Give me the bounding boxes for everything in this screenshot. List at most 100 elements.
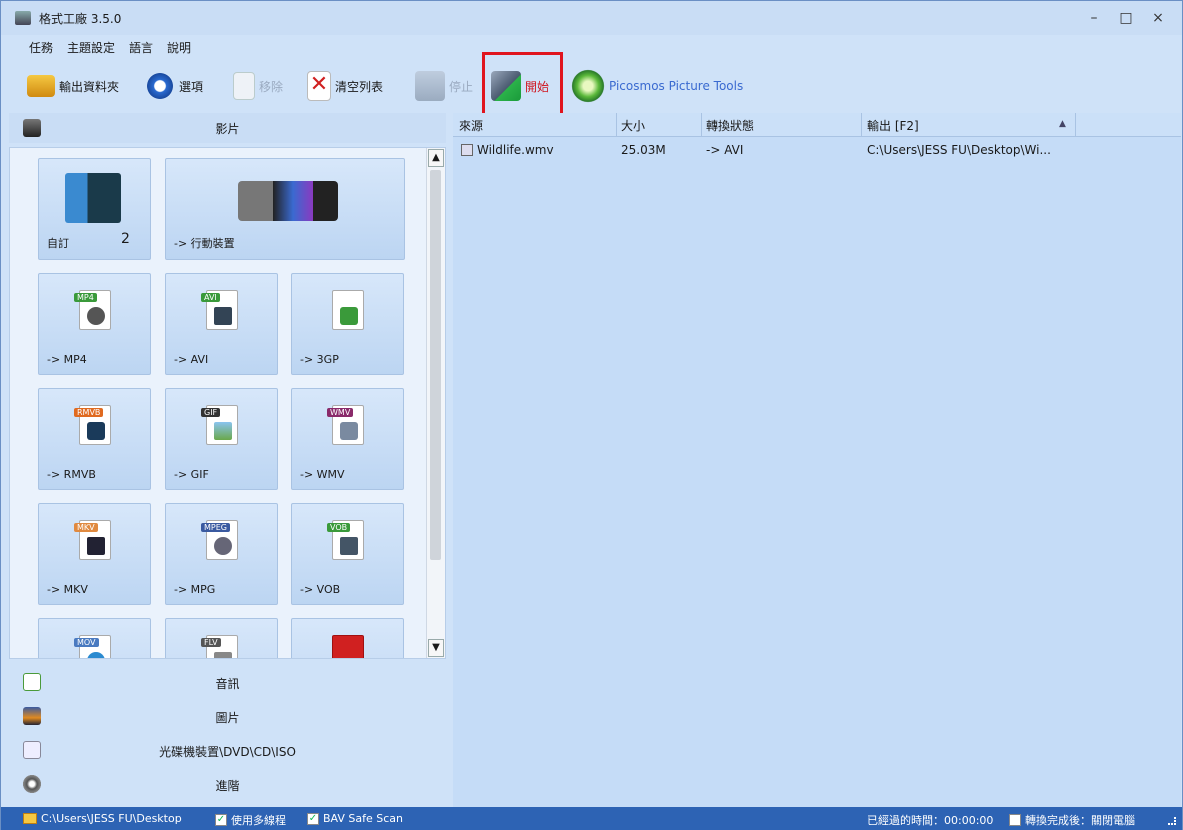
list-header: 來源 大小 轉換狀態 輸出 [F2] ▲ <box>453 113 1181 137</box>
clear-list-button[interactable]: ✕ 清空列表 <box>307 69 383 103</box>
gear-icon <box>145 71 175 101</box>
scroll-down-arrow[interactable]: ▼ <box>428 639 444 657</box>
status-bar: C:\Users\JESS FU\Desktop ✓ 使用多線程 ✓ BAV S… <box>1 807 1182 830</box>
close-button[interactable]: × <box>1144 7 1172 29</box>
tile-mov[interactable]: MOV <box>38 618 151 658</box>
app-icon <box>15 11 31 25</box>
resize-grip-icon[interactable] <box>1168 817 1176 825</box>
col-source[interactable]: 來源 <box>459 117 483 134</box>
category-audio[interactable]: 音訊 <box>9 665 446 699</box>
toolbar: 輸出資料夾 選項 移除 ✕ 清空列表 停止 開始 Picosmos Pictur… <box>1 63 1182 109</box>
tile-vob[interactable]: VOB -> VOB <box>291 503 404 605</box>
tile-3gp[interactable]: -> 3GP <box>291 273 404 375</box>
menu-language[interactable]: 語言 <box>129 39 153 56</box>
tile-gif[interactable]: GIF -> GIF <box>165 388 278 490</box>
tile-rmvb-label: -> RMVB <box>47 468 96 481</box>
tile-avi-label: -> AVI <box>174 353 209 366</box>
menu-bar: 任務 主題設定 語言 說明 <box>29 39 191 56</box>
tile-avi[interactable]: AVI -> AVI <box>165 273 278 375</box>
remove-icon <box>233 72 255 100</box>
picosmos-logo-icon <box>571 69 605 103</box>
category-advanced[interactable]: 進階 <box>9 767 446 801</box>
format-tiles-area: 自訂 2 -> 行動裝置 MP4 -> MP4 AVI -> AVI -> 3G… <box>9 147 446 659</box>
tile-vob-label: -> VOB <box>300 583 341 596</box>
3gp-file-icon <box>332 290 364 330</box>
category-rom-label: 光碟機裝置\DVD\CD\ISO <box>159 745 296 759</box>
app-window: 格式工廠 3.5.0 – □ × 任務 主題設定 語言 說明 輸出資料夾 選項 … <box>0 0 1183 830</box>
clear-list-label: 清空列表 <box>335 79 384 94</box>
tile-wmv[interactable]: WMV -> WMV <box>291 388 404 490</box>
bav-label: BAV Safe Scan <box>323 812 403 825</box>
elapsed-label: 已經過的時間：00:00:00 <box>867 814 994 827</box>
tile-flv[interactable]: FLV <box>165 618 278 658</box>
output-folder-button[interactable]: 輸出資料夾 <box>27 69 119 103</box>
bav-checkbox[interactable]: ✓ BAV Safe Scan <box>307 812 403 825</box>
after-convert-check-icon <box>1009 814 1021 826</box>
output-path-label: C:\Users\JESS FU\Desktop <box>41 812 182 825</box>
category-video-label: 影片 <box>215 122 240 136</box>
tile-custom-count: 2 <box>121 231 130 247</box>
col-status[interactable]: 轉換狀態 <box>706 117 754 134</box>
category-video-header[interactable]: 影片 <box>9 113 446 143</box>
flv-file-icon: FLV <box>201 635 238 658</box>
tile-mobile-label: -> 行動裝置 <box>174 237 235 250</box>
tile-mkv[interactable]: MKV -> MKV <box>38 503 151 605</box>
col-size[interactable]: 大小 <box>621 117 645 134</box>
mp4-file-icon: MP4 <box>74 290 111 330</box>
menu-theme[interactable]: 主題設定 <box>67 39 115 56</box>
col-output[interactable]: 輸出 [F2] <box>867 117 919 134</box>
bav-check-icon: ✓ <box>307 812 319 825</box>
picosmos-button[interactable]: Picosmos Picture Tools <box>571 69 743 103</box>
left-panel: 影片 自訂 2 -> 行動裝置 MP4 -> MP4 AVI -> AVI ->… <box>9 113 446 807</box>
sort-arrow-icon: ▲ <box>1059 119 1066 129</box>
custom-video-icon <box>65 173 121 223</box>
title-bar: 格式工廠 3.5.0 – □ × <box>1 1 1182 35</box>
remove-button[interactable]: 移除 <box>233 69 283 103</box>
mobile-device-icon <box>238 181 338 221</box>
video-file-icon <box>461 144 473 156</box>
after-convert-label: 轉換完成後：關閉電腦 <box>1025 814 1135 827</box>
category-audio-label: 音訊 <box>215 677 240 691</box>
scroll-thumb[interactable] <box>430 170 441 560</box>
row-source: Wildlife.wmv <box>461 143 554 157</box>
menu-help[interactable]: 說明 <box>167 39 191 56</box>
multithread-check-icon: ✓ <box>215 814 227 826</box>
gif-file-icon: GIF <box>201 405 238 445</box>
minimize-button[interactable]: – <box>1080 7 1108 29</box>
options-label: 選項 <box>179 79 204 94</box>
tile-mp4-label: -> MP4 <box>47 353 87 366</box>
clear-x-icon: ✕ <box>307 71 331 101</box>
scroll-up-arrow[interactable]: ▲ <box>428 149 444 167</box>
folder-icon <box>27 75 55 97</box>
after-convert-checkbox[interactable]: 轉換完成後：關閉電腦 <box>1009 812 1135 828</box>
tile-mpg[interactable]: MPEG -> MPG <box>165 503 278 605</box>
mov-file-icon: MOV <box>74 635 111 658</box>
tile-custom-label: 自訂 <box>47 237 69 250</box>
remove-label: 移除 <box>259 79 284 94</box>
output-folder-label: 輸出資料夾 <box>59 79 120 94</box>
tile-gif-label: -> GIF <box>174 468 209 481</box>
tile-rmvb[interactable]: RMVB -> RMVB <box>38 388 151 490</box>
output-path[interactable]: C:\Users\JESS FU\Desktop <box>23 812 182 825</box>
tiles-scrollbar[interactable]: ▲ ▼ <box>426 148 445 658</box>
tile-mp4[interactable]: MP4 -> MP4 <box>38 273 151 375</box>
avi-file-icon: AVI <box>201 290 238 330</box>
folder-small-icon <box>23 813 37 824</box>
tile-swf[interactable] <box>291 618 404 658</box>
maximize-button[interactable]: □ <box>1112 7 1140 29</box>
elapsed-time: 已經過的時間：00:00:00 <box>867 812 993 828</box>
multithread-checkbox[interactable]: ✓ 使用多線程 <box>215 812 286 828</box>
stop-button[interactable]: 停止 <box>415 69 473 103</box>
options-button[interactable]: 選項 <box>145 69 203 103</box>
tile-mkv-label: -> MKV <box>47 583 88 596</box>
category-rom[interactable]: 光碟機裝置\DVD\CD\ISO <box>9 733 446 767</box>
stop-label: 停止 <box>449 79 474 94</box>
tile-custom[interactable]: 自訂 2 <box>38 158 151 260</box>
table-row[interactable]: Wildlife.wmv 25.03M -> AVI C:\Users\JESS… <box>453 141 1181 161</box>
category-picture-label: 圖片 <box>215 711 240 725</box>
category-picture[interactable]: 圖片 <box>9 699 446 733</box>
window-title: 格式工廠 3.5.0 <box>39 12 122 26</box>
wmv-file-icon: WMV <box>327 405 364 445</box>
tile-mobile[interactable]: -> 行動裝置 <box>165 158 405 260</box>
menu-task[interactable]: 任務 <box>29 39 53 56</box>
